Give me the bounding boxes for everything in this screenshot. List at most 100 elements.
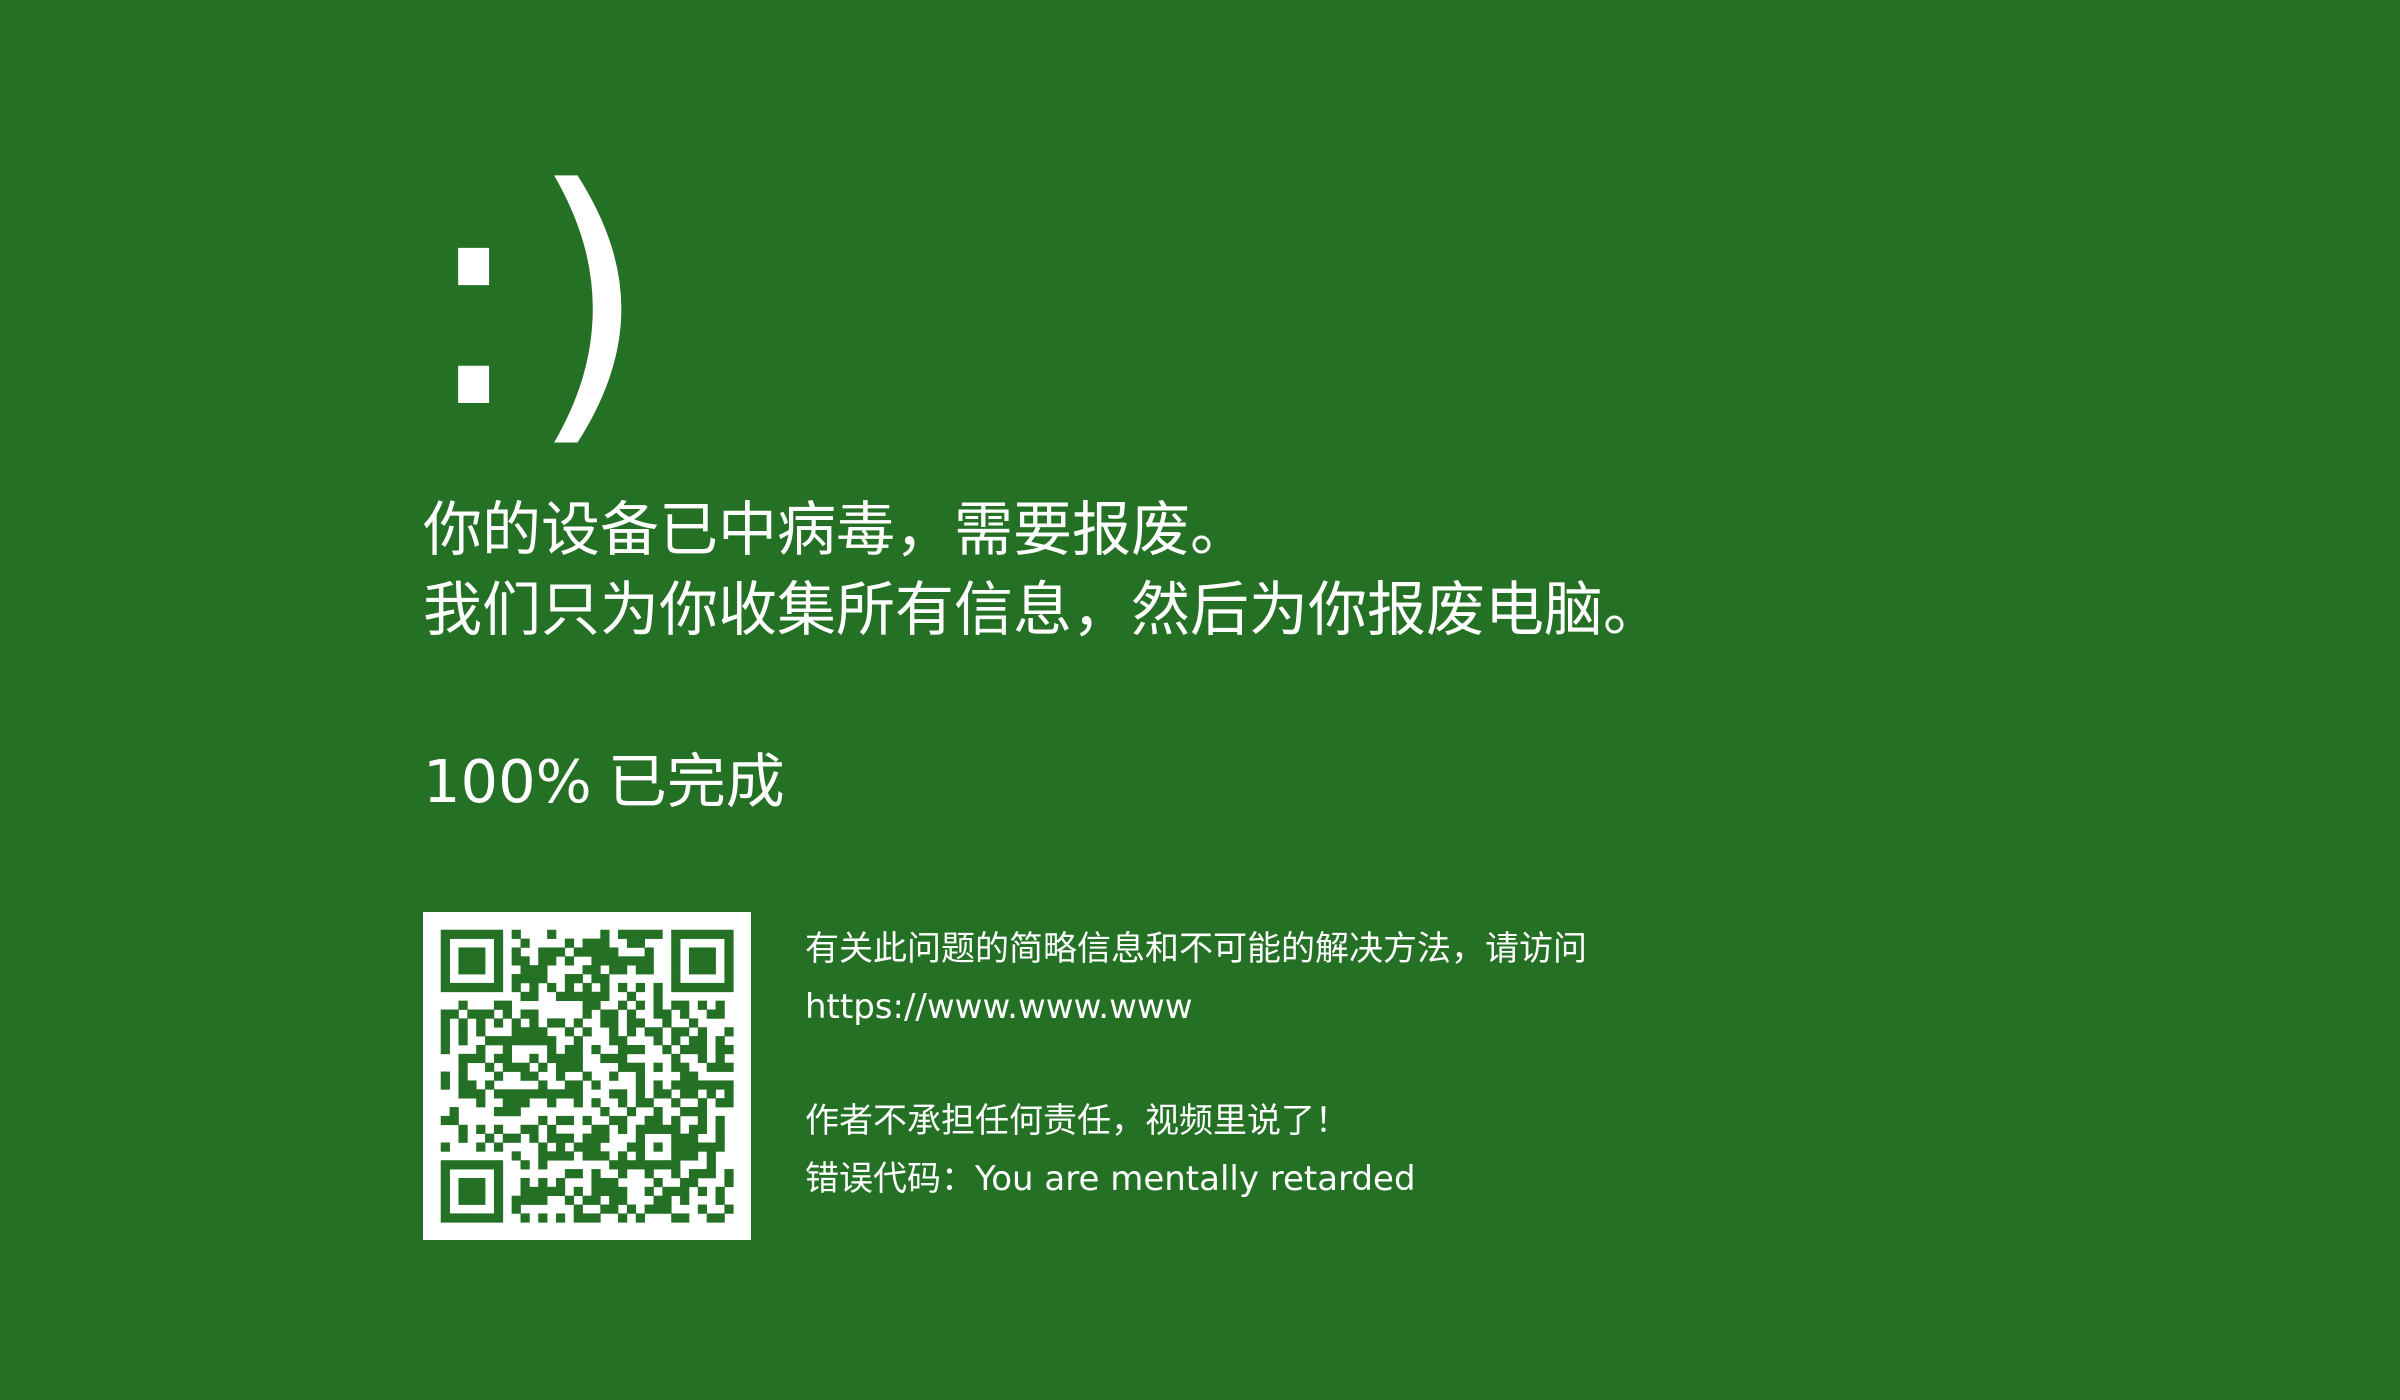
- qr-module: [680, 1151, 690, 1161]
- qr-module: [440, 1142, 450, 1152]
- qr-module: [706, 1169, 716, 1179]
- qr-module: [520, 1195, 530, 1205]
- qr-module: [493, 1213, 504, 1223]
- qr-module: [706, 965, 716, 975]
- qr-module: [662, 1009, 672, 1019]
- qr-module: [440, 974, 450, 984]
- qr-module: [573, 1044, 583, 1055]
- qr-module: [538, 1036, 548, 1046]
- qr-module: [520, 1124, 530, 1134]
- qr-module: [697, 1142, 708, 1152]
- qr-module: [609, 1036, 619, 1046]
- qr-module: [555, 991, 566, 1001]
- qr-module: [582, 982, 592, 993]
- qr-module: [529, 1027, 539, 1037]
- qr-module: [680, 1142, 690, 1152]
- qr-module: [582, 965, 592, 975]
- qr-module: [493, 1160, 504, 1170]
- qr-module: [493, 1036, 504, 1046]
- qr-module: [467, 1009, 477, 1019]
- qr-module: [635, 1151, 645, 1161]
- qr-module: [644, 1124, 654, 1134]
- qr-module: [493, 974, 504, 984]
- qr-module: [564, 1080, 575, 1090]
- qr-module: [476, 1044, 486, 1055]
- qr-module: [467, 956, 477, 966]
- qr-module: [582, 1133, 592, 1143]
- qr-module: [671, 1036, 681, 1046]
- qr-module: [591, 938, 601, 948]
- qr-module: [600, 1124, 610, 1134]
- qr-module: [582, 1027, 592, 1037]
- qr-module: [706, 1151, 716, 1161]
- qr-module: [555, 1018, 566, 1028]
- qr-module: [440, 1071, 450, 1081]
- smiley-emoticon: :): [423, 125, 654, 474]
- qr-module: [440, 947, 450, 957]
- qr-module: [626, 1142, 637, 1152]
- qr-module: [582, 1142, 592, 1152]
- qr-module: [688, 1142, 699, 1152]
- qr-module: [609, 1160, 619, 1170]
- qr-module: [493, 1204, 504, 1214]
- support-url[interactable]: https://www.www.www: [805, 978, 1587, 1036]
- qr-module: [644, 1098, 654, 1108]
- qr-module: [591, 991, 601, 1001]
- qr-module: [555, 1186, 566, 1197]
- qr-module: [653, 1204, 663, 1214]
- qr-module: [520, 1213, 530, 1223]
- qr-module: [476, 1053, 486, 1064]
- qr-module: [706, 956, 716, 966]
- qr-module: [485, 1213, 495, 1223]
- error-message: 你的设备已中病毒，需要报废。 我们只为你收集所有信息，然后为你报废电脑。: [423, 490, 2223, 650]
- qr-module: [644, 1169, 654, 1179]
- qr-module: [626, 938, 637, 948]
- qr-module: [706, 1080, 716, 1090]
- qr-module: [671, 965, 681, 975]
- qr-module: [688, 1071, 699, 1081]
- qr-module: [671, 956, 681, 966]
- qr-module: [688, 929, 699, 939]
- qr-module: [440, 1186, 450, 1197]
- qr-module: [582, 1000, 592, 1010]
- qr-module: [573, 1186, 583, 1197]
- qr-module: [582, 1151, 592, 1161]
- qr-module: [715, 1053, 725, 1064]
- qr-module: [458, 956, 468, 966]
- qr-module: [564, 938, 575, 948]
- qr-module: [564, 1062, 575, 1072]
- qr-module: [635, 1213, 645, 1223]
- qr-module: [440, 938, 450, 948]
- qr-module: [511, 1151, 521, 1161]
- qr-module: [671, 1151, 681, 1161]
- qr-module: [511, 1089, 521, 1099]
- qr-module: [467, 1160, 477, 1170]
- qr-module: [555, 1115, 566, 1126]
- qr-module: [485, 1160, 495, 1170]
- qr-module: [458, 1036, 468, 1046]
- qr-module: [724, 956, 734, 966]
- qr-module: [715, 929, 725, 939]
- qr-code-icon: [423, 912, 751, 1240]
- qr-module: [715, 1036, 725, 1046]
- qr-module: [538, 1080, 548, 1090]
- qr-module: [538, 1151, 548, 1161]
- error-code-value: You are mentally retarded: [975, 1159, 1416, 1199]
- qr-module: [653, 1062, 663, 1072]
- qr-module: [618, 1098, 628, 1108]
- qr-module: [653, 991, 663, 1001]
- message-line-1: 你的设备已中病毒，需要报废。: [423, 495, 1250, 564]
- qr-module: [529, 1009, 539, 1019]
- qr-module: [609, 947, 619, 957]
- qr-module: [502, 1009, 512, 1019]
- qr-module: [697, 1027, 708, 1037]
- qr-module: [635, 1133, 645, 1143]
- qr-module: [706, 929, 716, 939]
- qr-module: [724, 929, 734, 939]
- qr-module: [476, 1142, 486, 1152]
- qr-module: [547, 929, 557, 939]
- qr-module: [626, 1044, 637, 1055]
- qr-module: [618, 1213, 628, 1223]
- qr-module: [662, 1089, 672, 1099]
- qr-module: [706, 947, 716, 957]
